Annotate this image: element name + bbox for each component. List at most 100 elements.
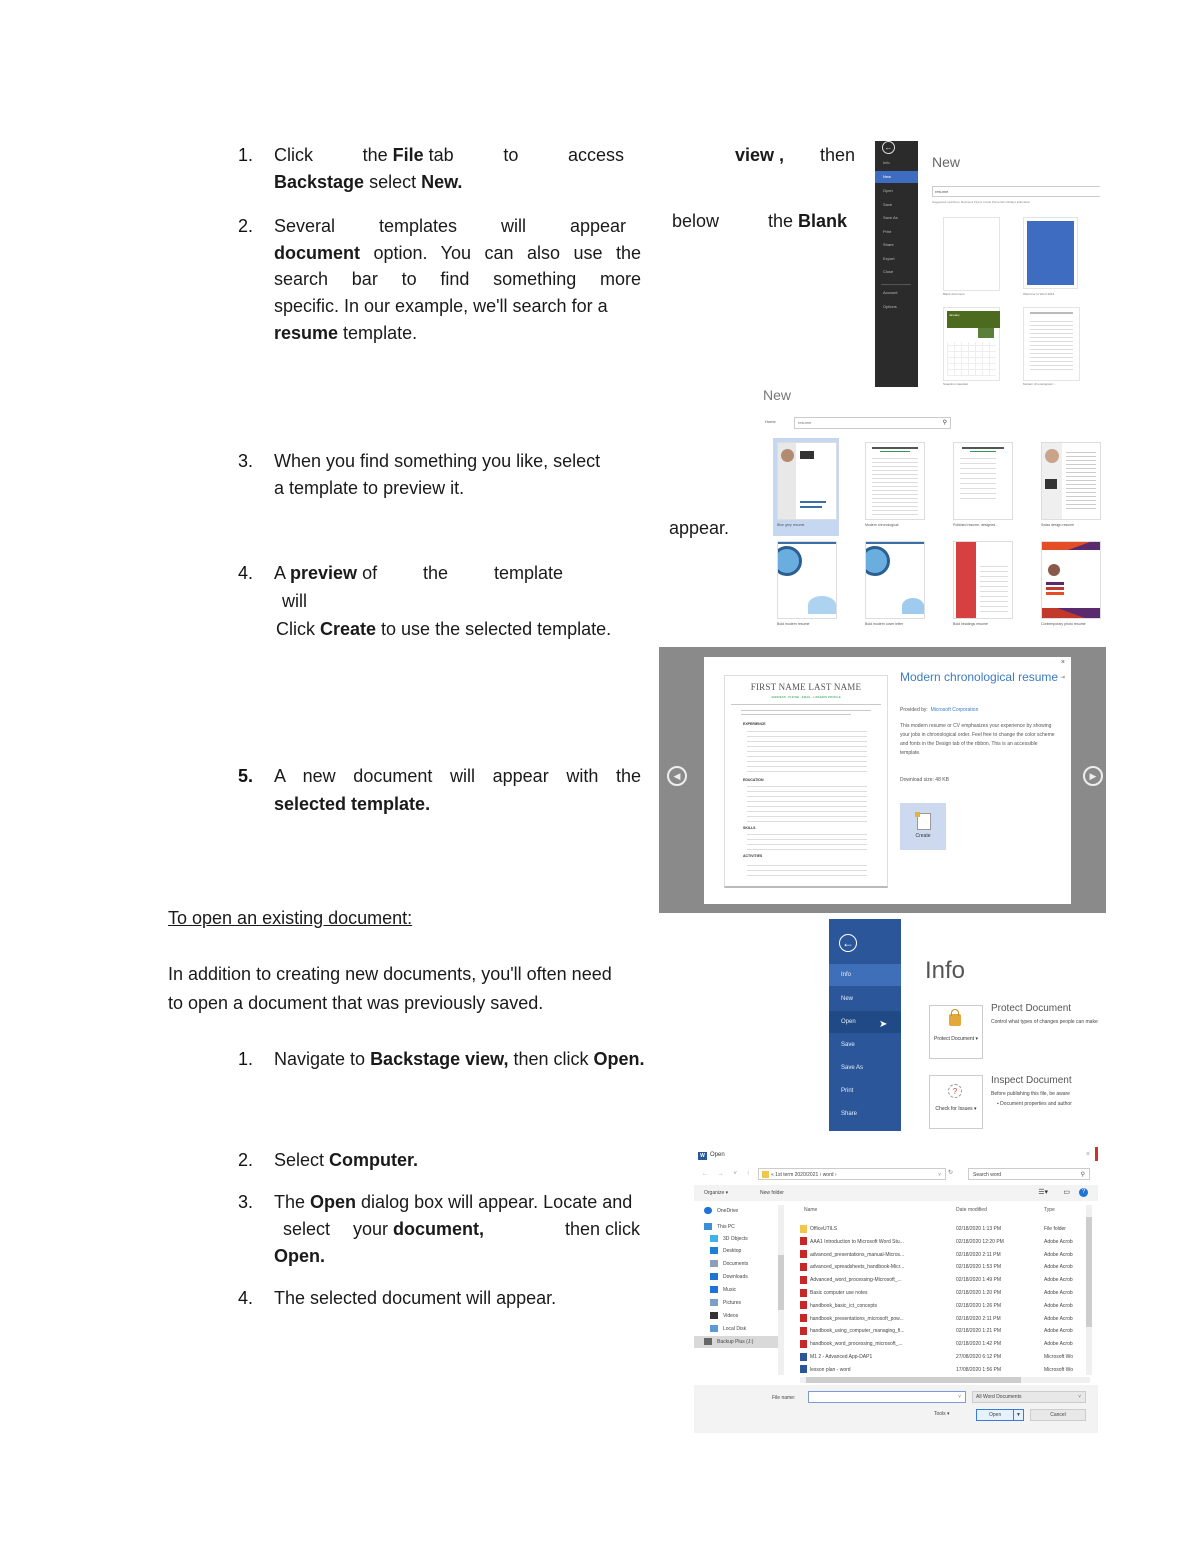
file-date: 02/18/2020 1:42 PM xyxy=(956,1341,1002,1348)
protect-document-button[interactable]: Protect Document ▾ xyxy=(929,1005,983,1059)
nav-item[interactable]: This PC xyxy=(704,1221,735,1233)
back-arrow-icon[interactable]: ← xyxy=(839,934,857,952)
column-date[interactable]: Date modified xyxy=(956,1207,987,1213)
template-search-input[interactable]: resume ⚲ xyxy=(794,417,951,429)
search-icon[interactable]: ⚲ xyxy=(943,418,947,428)
file-row[interactable]: AAA1 Introduction to Microsoft Word Stu.… xyxy=(800,1236,1090,1248)
column-name[interactable]: Name xyxy=(804,1207,817,1213)
menu-item-new[interactable]: New xyxy=(829,988,901,1010)
nav-item[interactable]: Music xyxy=(710,1284,736,1296)
horizontal-scrollbar[interactable] xyxy=(800,1377,1090,1383)
create-button[interactable]: Create xyxy=(900,803,946,850)
nav-scrollbar[interactable] xyxy=(778,1205,784,1375)
previous-template-button[interactable]: ◀ xyxy=(667,766,687,786)
home-link[interactable]: Home xyxy=(765,419,776,424)
scrollbar-thumb[interactable] xyxy=(1086,1217,1092,1327)
nav-item[interactable]: Local Disk xyxy=(710,1323,746,1335)
template-card[interactable]: Polished resume, designed... xyxy=(949,438,1015,536)
template-thumbnail xyxy=(777,442,837,520)
menu-item-account[interactable]: Account xyxy=(875,287,918,299)
tools-button[interactable]: Tools ▾ xyxy=(934,1411,950,1417)
menu-item-export[interactable]: Export xyxy=(875,253,918,265)
file-row[interactable]: Advanced_word_processing-Microsoft_... 02… xyxy=(800,1274,1090,1286)
file-row[interactable]: Basic computer use notes 02/18/2020 1:20 … xyxy=(800,1287,1090,1299)
menu-item-save-as[interactable]: Save As xyxy=(875,212,918,224)
template-tile-blank[interactable] xyxy=(943,217,1000,291)
menu-item-info[interactable]: Info xyxy=(875,157,918,169)
view-options-icon[interactable]: ☰▾ xyxy=(1038,1188,1048,1196)
nav-item[interactable]: Pictures xyxy=(710,1297,741,1309)
menu-item-info[interactable]: Info xyxy=(829,964,901,986)
file-row[interactable]: OfficeUTILS 02/18/2020 1:13 PM File folder xyxy=(800,1223,1090,1235)
text-lines xyxy=(872,457,918,515)
menu-item-new[interactable]: New xyxy=(875,171,918,183)
address-bar[interactable]: « 1st term 2020/2021 › word › ˅ xyxy=(758,1168,946,1180)
file-row[interactable]: handbook_word_processing_microsoft_... 02… xyxy=(800,1338,1090,1350)
menu-item-save[interactable]: Save xyxy=(875,199,918,211)
file-row[interactable]: M1 2 - Advanced App-DAP1 27/08/2020 6:12 … xyxy=(800,1351,1090,1363)
menu-item-share[interactable]: Share xyxy=(829,1103,901,1125)
scrollbar-thumb[interactable] xyxy=(778,1255,784,1310)
template-tile-welcome[interactable] xyxy=(1023,217,1078,289)
chevron-down-icon[interactable]: ▼ xyxy=(1013,1410,1023,1420)
refresh-icon[interactable]: ↻ xyxy=(948,1169,953,1176)
scrollbar-thumb[interactable] xyxy=(806,1377,1021,1383)
nav-arrows[interactable]: ← → ˅ ↑ xyxy=(702,1171,754,1177)
pin-icon[interactable]: ⇥ xyxy=(1060,674,1065,681)
file-name-input[interactable]: ˅ xyxy=(808,1391,966,1403)
provider-link[interactable]: Microsoft Corporation xyxy=(931,707,979,713)
search-icon[interactable]: ⚲ xyxy=(1081,1169,1085,1181)
file-name-text: handbook_presentations_microsoft_pow... xyxy=(810,1315,904,1322)
column-type[interactable]: Type xyxy=(1044,1207,1055,1213)
search-input[interactable]: Search word ⚲ xyxy=(968,1168,1090,1180)
new-folder-button[interactable]: New folder xyxy=(760,1190,784,1196)
nav-item[interactable]: OneDrive xyxy=(704,1205,738,1217)
file-row[interactable]: advanced_spreadsheets_handbook-Micr... 02… xyxy=(800,1261,1090,1273)
menu-item-close[interactable]: Close xyxy=(875,266,918,278)
organize-button[interactable]: Organize ▾ xyxy=(704,1190,728,1196)
template-card[interactable]: Bold headings resume xyxy=(949,537,1015,632)
menu-item-open[interactable]: Open xyxy=(829,1011,901,1033)
back-arrow-icon[interactable]: ← xyxy=(882,141,895,154)
close-icon[interactable]: × xyxy=(1061,659,1065,666)
chevron-down-icon[interactable]: ˅ xyxy=(958,1394,961,1400)
template-card[interactable]: Swiss design resume xyxy=(1037,438,1103,536)
template-card[interactable]: Contemporary photo resume xyxy=(1037,537,1103,632)
menu-item-open[interactable]: Open xyxy=(875,185,918,197)
cancel-button[interactable]: Cancel xyxy=(1030,1409,1086,1421)
menu-item-save[interactable]: Save xyxy=(829,1034,901,1056)
nav-item[interactable]: Videos xyxy=(710,1310,738,1322)
template-tile-resume[interactable] xyxy=(1023,307,1080,381)
file-type-select[interactable]: All Word Documents ˅ xyxy=(972,1391,1086,1403)
file-scrollbar[interactable] xyxy=(1086,1205,1092,1375)
template-tile-calendar[interactable]: January xyxy=(943,307,1000,381)
chevron-down-icon[interactable]: ˅ xyxy=(938,1169,941,1181)
next-template-button[interactable]: ▶ xyxy=(1083,766,1103,786)
suggested-searches[interactable]: Suggested searches: Business Flyers Card… xyxy=(932,200,1100,204)
nav-item[interactable]: Documents xyxy=(710,1258,748,1270)
menu-item-print[interactable]: Print xyxy=(829,1080,901,1102)
nav-item[interactable]: Desktop xyxy=(710,1245,741,1257)
file-row[interactable]: handbook_presentations_microsoft_pow... 0… xyxy=(800,1313,1090,1325)
file-row[interactable]: lesson plan - word 17/08/2020 1:56 PM Micr… xyxy=(800,1364,1090,1376)
template-search-input[interactable]: resume xyxy=(932,186,1100,197)
nav-item[interactable]: Downloads xyxy=(710,1271,748,1283)
file-row[interactable]: advanced_presentations_manual-Micros... 0… xyxy=(800,1249,1090,1261)
file-row[interactable]: handbook_basic_ict_concepts 02/18/2020 1:… xyxy=(800,1300,1090,1312)
help-icon[interactable]: ? xyxy=(1079,1188,1088,1197)
menu-item-options[interactable]: Options xyxy=(875,301,918,313)
template-card[interactable]: Bold modern resume xyxy=(773,537,839,632)
template-card[interactable]: Blue grey resume xyxy=(773,438,839,536)
preview-pane-icon[interactable]: ▭ xyxy=(1063,1188,1070,1196)
nav-item[interactable]: Backup Plus (J:) xyxy=(694,1336,780,1348)
open-button[interactable]: Open ▼ xyxy=(976,1409,1024,1421)
check-for-issues-button[interactable]: ? Check for Issues ▾ xyxy=(929,1075,983,1129)
close-icon[interactable]: × xyxy=(1086,1151,1090,1158)
menu-item-share[interactable]: Share xyxy=(875,239,918,251)
file-row[interactable]: handbook_using_computer_managing_fi... 02… xyxy=(800,1325,1090,1337)
template-card[interactable]: Bold modern cover letter xyxy=(861,537,927,632)
menu-item-print[interactable]: Print xyxy=(875,226,918,238)
nav-item[interactable]: 3D Objects xyxy=(710,1233,748,1245)
template-card[interactable]: Modern chronological xyxy=(861,438,927,536)
menu-item-save-as[interactable]: Save As xyxy=(829,1057,901,1079)
